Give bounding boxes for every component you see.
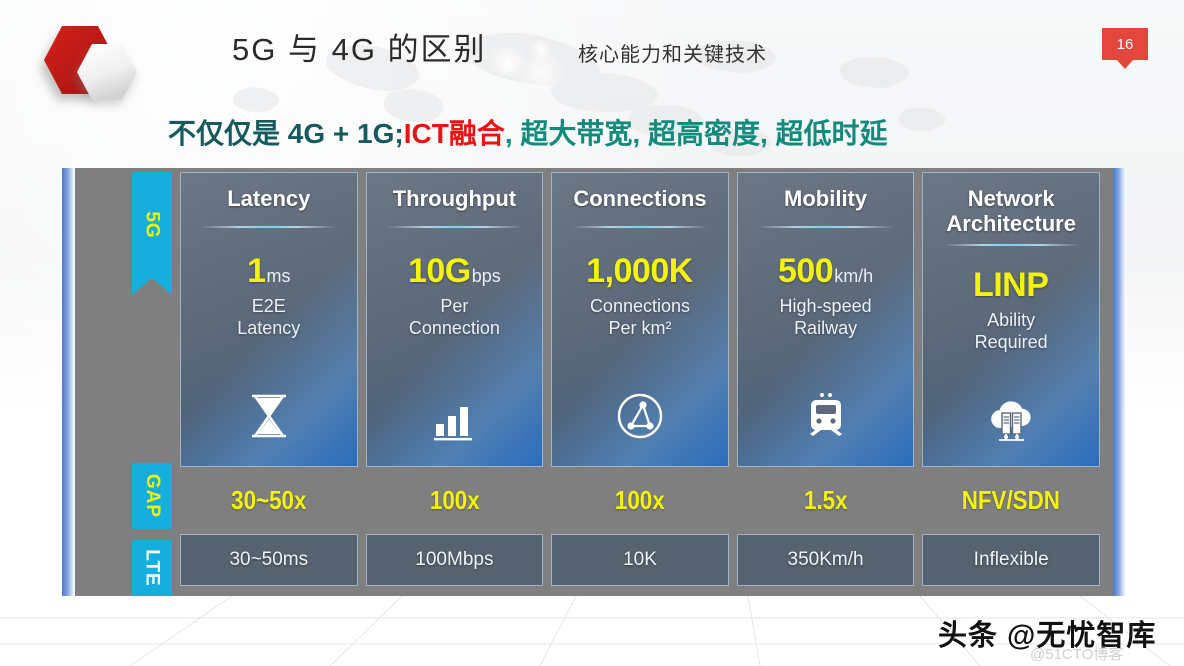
ribbon-gap-text: GAP <box>142 473 163 519</box>
card-divider <box>385 225 523 228</box>
card-metric: 500km/h <box>778 254 873 288</box>
cloud-servers-icon <box>983 388 1039 444</box>
headline: 不仅仅是 4G + 1G;ICT融合, 超大带宽, 超高密度, 超低时延 <box>168 112 888 152</box>
panel-left-edge <box>62 168 75 596</box>
gap-value-throughput: 100x <box>429 484 480 515</box>
card-metric-unit: km/h <box>834 265 874 286</box>
headline-segment-teal: , 超大带宽, 超高密度, 超低时延 <box>504 118 888 149</box>
hourglass-icon <box>241 388 297 444</box>
card-metric-unit: ms <box>266 265 291 286</box>
ribbon-label-5g: 5G <box>132 172 172 295</box>
gap-value-mobility: 1.5x <box>803 484 848 515</box>
network-nodes-icon <box>612 388 668 444</box>
card-metric-value: 1,000K <box>586 251 693 290</box>
bar-chart-icon <box>426 388 482 444</box>
card-desc-line2: Per km² <box>608 317 672 338</box>
card-description: High-speed Railway <box>780 296 872 340</box>
card-metric-value: 1 <box>247 251 266 290</box>
card-desc-line1: High-speed <box>779 295 872 316</box>
page-title: 5G 与 4G 的区别 <box>232 32 487 67</box>
card-metric-value: 500 <box>777 251 834 290</box>
page-subtitle: 核心能力和关键技术 <box>578 44 767 66</box>
card-mobility[interactable]: Mobility 500km/h High-speed Railway <box>736 172 915 467</box>
card-description: E2E Latency <box>237 296 300 340</box>
page-number-badge: 16 <box>1102 28 1148 60</box>
card-divider <box>571 225 709 228</box>
card-desc-line1: Ability <box>987 310 1036 331</box>
hexagon-logo-icon <box>18 14 144 134</box>
ribbon-label-lte: LTE <box>132 540 172 596</box>
card-metric-value: LINP <box>972 266 1049 305</box>
comparison-panel: 5G GAP LTE Latency 1ms E2E Latency Throu… <box>62 168 1126 596</box>
lte-value-connections: 10K <box>551 534 729 586</box>
card-desc-line2: Latency <box>237 317 301 338</box>
lte-value-network-architecture: Inflexible <box>922 534 1100 586</box>
card-title: Network Architecture <box>942 186 1080 236</box>
lte-value-throughput: 100Mbps <box>365 534 544 586</box>
gap-value-network-architecture: NFV/SDN <box>962 484 1061 515</box>
lte-value-mobility: 350Km/h <box>736 534 915 586</box>
page-number-label: 16 <box>1116 35 1134 53</box>
slide-root: 5G 与 4G 的区别 核心能力和关键技术 16 不仅仅是 4G + 1G;IC… <box>0 0 1184 666</box>
card-divider <box>942 244 1080 247</box>
ribbon-5g-text: 5G <box>141 211 163 239</box>
card-metric: 1ms <box>247 254 290 288</box>
sparkle-decoration <box>485 48 531 76</box>
card-network-architecture[interactable]: Network Architecture LINP Ability Requir… <box>922 172 1100 467</box>
gap-value-connections: 100x <box>615 484 665 515</box>
capability-cards: Latency 1ms E2E Latency Throughput 10Gbp… <box>180 172 1100 467</box>
watermark-secondary: @51CTO博客 <box>1030 646 1124 663</box>
train-icon <box>798 388 854 444</box>
card-divider <box>757 225 895 228</box>
card-title: Mobility <box>784 186 868 211</box>
panel-body: 5G GAP LTE Latency 1ms E2E Latency Throu… <box>75 168 1113 596</box>
sparkle-decoration <box>512 54 572 90</box>
card-metric-unit: bps <box>471 265 501 286</box>
card-title-line1: Network <box>967 186 1055 211</box>
ribbon-lte-text: LTE <box>141 549 163 587</box>
card-title: Connections <box>573 186 707 211</box>
headline-segment-red: ICT融合 <box>403 118 505 149</box>
card-desc-line1: Connections <box>589 295 691 316</box>
lte-value-latency: 30~50ms <box>180 534 358 586</box>
card-metric: 1,000K <box>586 254 694 288</box>
card-description: Connections Per km² <box>590 296 690 340</box>
card-divider <box>200 225 338 228</box>
card-latency[interactable]: Latency 1ms E2E Latency <box>180 172 358 467</box>
lte-row: 30~50ms 100Mbps 10K 350Km/h Inflexible <box>180 534 1100 586</box>
card-desc-line2: Required <box>974 332 1048 353</box>
card-desc-line2: Railway <box>794 317 858 338</box>
card-title: Throughput <box>392 186 517 211</box>
card-metric-value: 10G <box>407 251 471 290</box>
card-desc-line1: E2E <box>251 295 286 316</box>
headline-segment-dark: 不仅仅是 4G + 1G; <box>168 118 404 149</box>
card-desc-line1: Per <box>440 295 469 316</box>
card-description: Ability Required <box>975 310 1048 354</box>
card-desc-line2: Connection <box>408 317 500 338</box>
sparkle-decoration <box>528 40 554 60</box>
card-metric: 10Gbps <box>408 254 501 288</box>
card-throughput[interactable]: Throughput 10Gbps Per Connection <box>365 172 544 467</box>
card-title: Latency <box>227 186 311 211</box>
card-description: Per Connection <box>409 296 500 340</box>
card-connections[interactable]: Connections 1,000K Connections Per km² <box>551 172 729 467</box>
card-metric: LINP <box>973 268 1049 302</box>
gap-value-latency: 30~50x <box>231 484 307 515</box>
ribbon-label-gap: GAP <box>132 463 172 529</box>
panel-right-edge <box>1113 168 1126 596</box>
card-title-line2: Architecture <box>946 210 1076 236</box>
gap-row: 30~50x 100x 100x 1.5x NFV/SDN <box>180 470 1100 530</box>
